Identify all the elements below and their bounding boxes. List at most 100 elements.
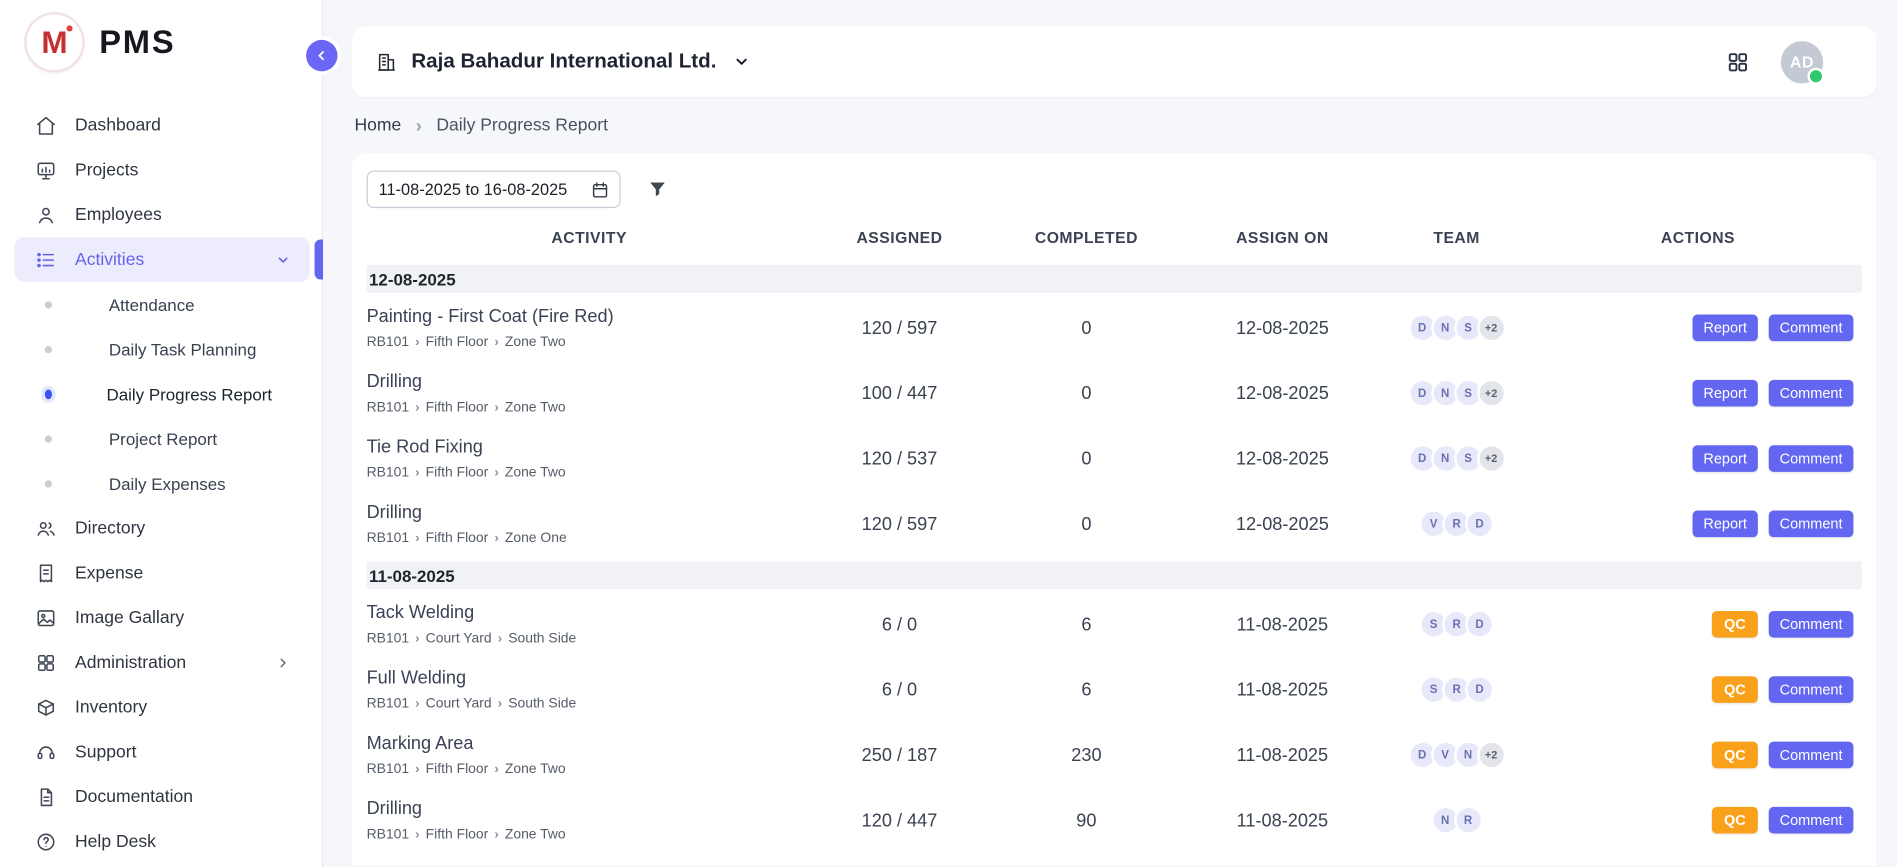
sidebar-item-employees[interactable]: Employees bbox=[0, 192, 322, 237]
comment-button[interactable]: Comment bbox=[1769, 445, 1854, 472]
path-segment: RB101 bbox=[367, 466, 410, 481]
company-selector[interactable]: Raja Bahadur International Ltd. bbox=[376, 50, 750, 74]
path-segment: Zone Two bbox=[505, 466, 566, 481]
avatar[interactable]: AD bbox=[1781, 41, 1823, 83]
sidebar-item-label: Projects bbox=[75, 160, 138, 179]
path-segment: Zone Two bbox=[505, 762, 566, 777]
comment-button[interactable]: Comment bbox=[1769, 315, 1854, 342]
report-button[interactable]: Report bbox=[1692, 511, 1757, 538]
path-segment: South Side bbox=[508, 697, 576, 712]
bullet-icon bbox=[45, 301, 52, 308]
column-actions: ACTIONS bbox=[1534, 228, 1862, 246]
sidebar-collapse-button[interactable] bbox=[306, 40, 337, 71]
chevron-right-icon: › bbox=[415, 763, 419, 776]
completed-value: 90 bbox=[987, 810, 1185, 831]
sidebar-item-label: Inventory bbox=[75, 697, 147, 716]
path-segment: RB101 bbox=[367, 828, 410, 843]
sidebar-subitem-daily-expenses[interactable]: Daily Expenses bbox=[0, 461, 322, 506]
sidebar-item-documentation[interactable]: Documentation bbox=[0, 774, 322, 819]
column-team: TEAM bbox=[1379, 228, 1534, 246]
sidebar-item-projects[interactable]: Projects bbox=[0, 148, 322, 193]
chevron-right-icon: › bbox=[494, 466, 498, 479]
topbar-right: AD bbox=[1726, 41, 1823, 83]
date-range-input[interactable] bbox=[379, 180, 583, 198]
activity-name: Tie Rod Fixing bbox=[367, 437, 812, 458]
completed-value: 230 bbox=[987, 745, 1185, 766]
path-segment: Fifth Floor bbox=[426, 466, 489, 481]
comment-button[interactable]: Comment bbox=[1769, 807, 1854, 834]
inventory-icon bbox=[34, 696, 58, 718]
table-row: Tack WeldingRB101›Court Yard›South Side6… bbox=[367, 593, 1862, 658]
breadcrumb-home[interactable]: Home bbox=[354, 116, 401, 135]
column-assigned: ASSIGNED bbox=[812, 228, 987, 246]
qc-button[interactable]: QC bbox=[1712, 807, 1758, 834]
sidebar-item-inventory[interactable]: Inventory bbox=[0, 685, 322, 730]
path-segment: Court Yard bbox=[426, 632, 492, 647]
sidebar-subitem-label: Project Report bbox=[109, 429, 217, 448]
comment-button[interactable]: Comment bbox=[1769, 380, 1854, 407]
actions-cell: QC Comment bbox=[1534, 676, 1862, 703]
date-group-header: 12-08-2025 bbox=[367, 265, 1862, 293]
sidebar-item-dashboard[interactable]: Dashboard bbox=[0, 103, 322, 148]
assign-on-value: 11-08-2025 bbox=[1186, 614, 1380, 635]
sidebar-item-expense[interactable]: Expense bbox=[0, 550, 322, 595]
qc-button[interactable]: QC bbox=[1712, 611, 1758, 638]
path-segment: RB101 bbox=[367, 697, 410, 712]
sidebar-item-label: Documentation bbox=[75, 787, 193, 806]
sidebar-item-directory[interactable]: Directory bbox=[0, 506, 322, 551]
expense-icon bbox=[34, 562, 58, 584]
filter-icon[interactable] bbox=[647, 179, 668, 200]
comment-button[interactable]: Comment bbox=[1769, 611, 1854, 638]
sidebar-subitem-daily-task-planning[interactable]: Daily Task Planning bbox=[0, 327, 322, 372]
helpdesk-icon bbox=[34, 831, 58, 853]
table-row: DrillingRB101›Fifth Floor›Zone One120 / … bbox=[367, 492, 1862, 557]
sidebar-subitem-project-report[interactable]: Project Report bbox=[0, 416, 322, 461]
employees-icon bbox=[34, 204, 58, 226]
company-name: Raja Bahadur International Ltd. bbox=[411, 50, 716, 74]
chevron-down-icon bbox=[276, 252, 291, 267]
sidebar-subitem-label: Daily Task Planning bbox=[109, 339, 257, 358]
date-range-picker[interactable] bbox=[367, 171, 621, 209]
bullet-icon bbox=[45, 435, 52, 442]
qc-button[interactable]: QC bbox=[1712, 742, 1758, 769]
table-row: DrillingRB101›Fifth Floor›Zone Two100 / … bbox=[367, 362, 1862, 427]
activity-path: RB101›Fifth Floor›Zone One bbox=[367, 531, 812, 546]
chevron-right-icon: › bbox=[494, 532, 498, 545]
apps-grid-button[interactable] bbox=[1726, 50, 1749, 73]
chevron-right-icon: › bbox=[415, 466, 419, 479]
sidebar-subitem-label: Attendance bbox=[109, 295, 195, 314]
assigned-value: 120 / 447 bbox=[812, 810, 987, 831]
comment-button[interactable]: Comment bbox=[1769, 676, 1854, 703]
sidebar-subitem-daily-progress-report[interactable]: Daily Progress Report bbox=[0, 371, 322, 416]
sidebar-item-administration[interactable]: Administration bbox=[0, 640, 322, 685]
chevron-right-icon: › bbox=[415, 697, 419, 710]
sidebar-item-image-gallary[interactable]: Image Gallary bbox=[0, 595, 322, 640]
home-icon bbox=[34, 114, 58, 136]
assigned-value: 250 / 187 bbox=[812, 745, 987, 766]
activity-path: RB101 › Fifth Floor › Zone Two bbox=[367, 466, 812, 481]
comment-button[interactable]: Comment bbox=[1769, 742, 1854, 769]
sidebar-subitem-attendance[interactable]: Attendance bbox=[0, 282, 322, 327]
sidebar-item-help-desk[interactable]: Help Desk bbox=[0, 819, 322, 864]
sidebar-item-activities[interactable]: Activities bbox=[15, 237, 310, 282]
content-card: ACTIVITY ASSIGNED COMPLETED ASSIGN ON TE… bbox=[352, 154, 1876, 867]
qc-button[interactable]: QC bbox=[1712, 676, 1758, 703]
activity-cell: DrillingRB101›Fifth Floor›Zone Two bbox=[367, 798, 812, 842]
team-cell: DNS+2 bbox=[1379, 313, 1534, 342]
chevron-right-icon: › bbox=[494, 401, 498, 414]
team-overflow-badge: +2 bbox=[1477, 740, 1506, 769]
path-segment: Zone Two bbox=[505, 335, 566, 350]
activity-name: Drilling bbox=[367, 371, 812, 392]
path-segment: Fifth Floor bbox=[426, 531, 489, 546]
comment-button[interactable]: Comment bbox=[1769, 511, 1854, 538]
sidebar-item-support[interactable]: Support bbox=[0, 730, 322, 775]
report-button[interactable]: Report bbox=[1692, 380, 1757, 407]
report-button[interactable]: Report bbox=[1692, 445, 1757, 472]
directory-icon bbox=[34, 517, 58, 539]
assign-on-value: 11-08-2025 bbox=[1186, 679, 1380, 700]
report-button[interactable]: Report bbox=[1692, 315, 1757, 342]
avatar-initials: AD bbox=[1790, 53, 1814, 71]
main-content: Raja Bahadur International Ltd. AD Home … bbox=[323, 0, 1897, 867]
sidebar-item-label: Dashboard bbox=[75, 116, 161, 135]
path-segment: Zone Two bbox=[505, 828, 566, 843]
